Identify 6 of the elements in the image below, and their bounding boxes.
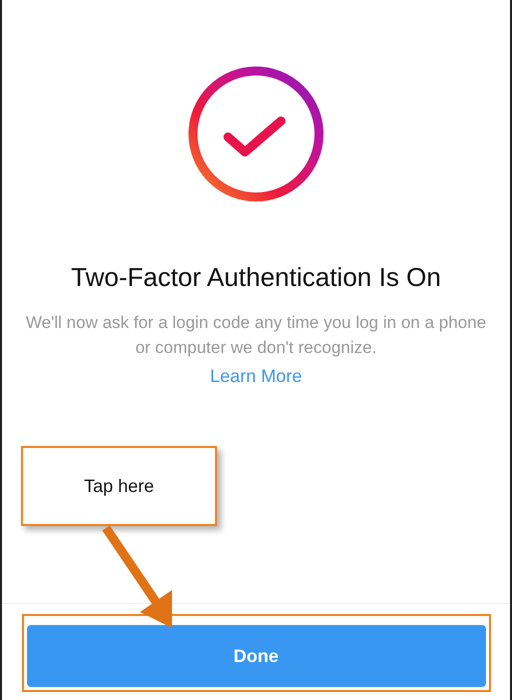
learn-more-link[interactable]: Learn More <box>210 366 302 387</box>
done-button[interactable]: Done <box>26 625 486 687</box>
check-circle-icon <box>186 64 326 204</box>
title: Two-Factor Authentication Is On <box>70 261 442 294</box>
description: We'll now ask for a login code any time you log in on a phone or computer we don't recognize. <box>24 312 488 359</box>
callout: Tap here <box>21 446 217 526</box>
